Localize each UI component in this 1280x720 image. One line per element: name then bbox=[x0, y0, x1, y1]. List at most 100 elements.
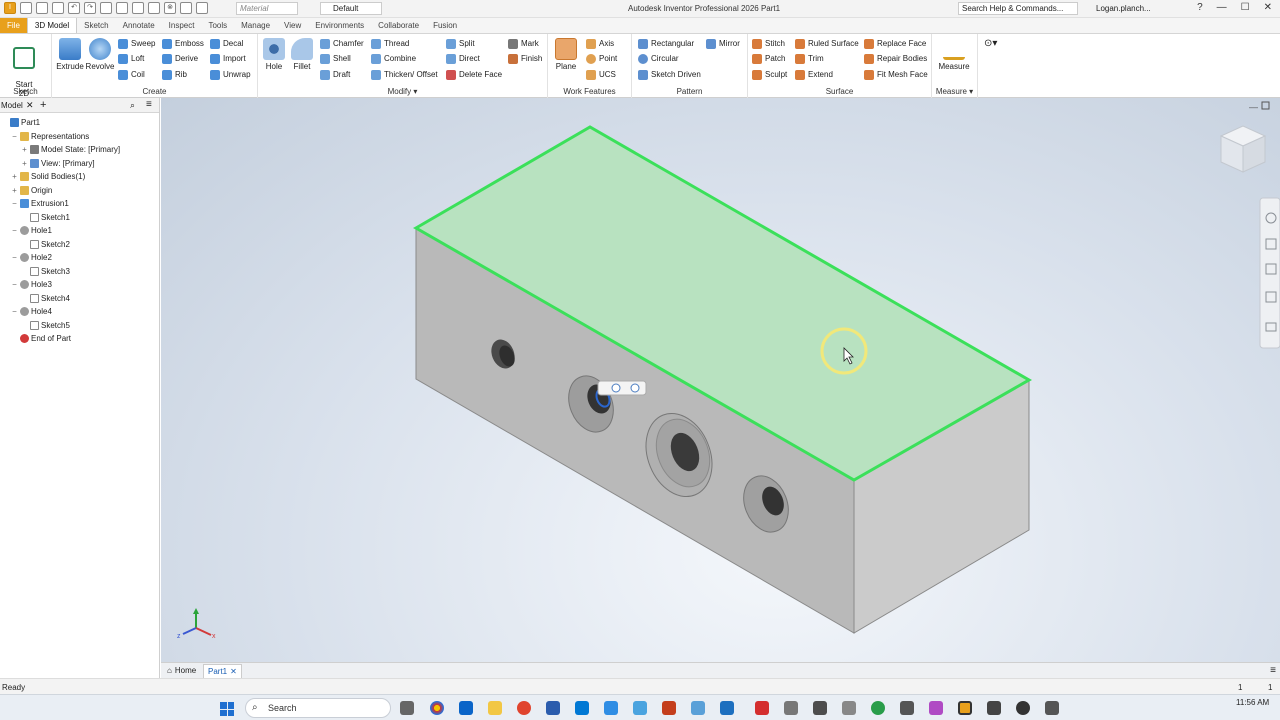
app-icon-light-blue[interactable] bbox=[633, 701, 647, 715]
tree-item[interactable]: End of Part bbox=[11, 332, 71, 345]
taskbar-clock[interactable]: 11:56 AM bbox=[1236, 698, 1269, 708]
extend-button[interactable]: Extend bbox=[795, 68, 833, 82]
repair-bodies-button[interactable]: Repair Bodies bbox=[864, 52, 927, 66]
close-doc-icon[interactable]: ⊗ bbox=[164, 2, 176, 14]
expand-toggle-icon[interactable]: − bbox=[11, 251, 18, 264]
thicken-offset-button[interactable]: Thicken/ Offset bbox=[371, 68, 438, 82]
expand-toggle-icon[interactable]: − bbox=[11, 278, 18, 291]
app-icon-sky[interactable] bbox=[691, 701, 705, 715]
measure-button[interactable]: Measure bbox=[938, 38, 970, 71]
return-icon[interactable] bbox=[196, 2, 208, 14]
tree-item[interactable]: Sketch2 bbox=[21, 238, 70, 251]
camera-icon[interactable] bbox=[842, 701, 856, 715]
circular-pattern-button[interactable]: Circular bbox=[638, 52, 679, 66]
powerpoint-icon[interactable] bbox=[662, 701, 676, 715]
expand-toggle-icon[interactable]: − bbox=[11, 130, 18, 143]
expand-toggle-icon[interactable]: + bbox=[21, 157, 28, 170]
tab-3d-model[interactable]: 3D Model bbox=[26, 18, 78, 33]
draft-button[interactable]: Draft bbox=[320, 68, 350, 82]
ruled-surface-button[interactable]: Ruled Surface bbox=[795, 37, 859, 51]
mirror-button[interactable]: Mirror bbox=[706, 37, 740, 51]
mark-button[interactable]: Mark bbox=[508, 37, 539, 51]
model-canvas[interactable]: — x z bbox=[161, 98, 1280, 662]
expand-toggle-icon[interactable]: + bbox=[21, 143, 28, 156]
rib-button[interactable]: Rib bbox=[162, 68, 187, 82]
app-icon-charcoal[interactable] bbox=[1045, 701, 1059, 715]
update-icon[interactable] bbox=[148, 2, 160, 14]
tree-item[interactable]: − Hole1 bbox=[11, 224, 52, 237]
sketch-driven-pattern-button[interactable]: Sketch Driven bbox=[638, 68, 701, 82]
unwrap-button[interactable]: Unwrap bbox=[210, 68, 251, 82]
tab-view[interactable]: View bbox=[277, 18, 308, 33]
rectangular-pattern-button[interactable]: Rectangular bbox=[638, 37, 694, 51]
redo-icon[interactable]: ↷ bbox=[84, 2, 96, 14]
plane-button[interactable]: Plane bbox=[550, 38, 582, 71]
point-button[interactable]: Point bbox=[586, 52, 617, 66]
thread-button[interactable]: Thread bbox=[371, 37, 409, 51]
coil-button[interactable]: Coil bbox=[118, 68, 145, 82]
outlook-icon[interactable] bbox=[459, 701, 473, 715]
viewport-restore-icon[interactable] bbox=[1261, 101, 1270, 110]
chrome-icon[interactable] bbox=[430, 701, 444, 715]
menu-icon[interactable]: ≡ bbox=[146, 99, 152, 110]
expand-toggle-icon[interactable]: + bbox=[11, 170, 18, 183]
app-icon-red[interactable] bbox=[517, 701, 531, 715]
ucs-button[interactable]: UCS bbox=[586, 68, 616, 82]
app-icon-green[interactable] bbox=[871, 701, 885, 715]
tree-item[interactable]: Sketch3 bbox=[21, 265, 70, 278]
patch-button[interactable]: Patch bbox=[752, 52, 785, 66]
replace-face-button[interactable]: Replace Face bbox=[864, 37, 926, 51]
user-account[interactable]: Logan.planch... bbox=[1096, 4, 1151, 13]
modify-panel-title[interactable]: Modify ▾ bbox=[258, 87, 547, 96]
tree-item[interactable]: − Hole2 bbox=[11, 251, 52, 264]
home-tab[interactable]: ⌂ Home bbox=[163, 664, 200, 678]
mini-toolbar[interactable] bbox=[597, 380, 647, 396]
edit-sketch-icon[interactable] bbox=[611, 383, 621, 393]
inventor-icon[interactable] bbox=[958, 701, 972, 715]
tree-item[interactable]: − Hole4 bbox=[11, 305, 52, 318]
app-menu-icon[interactable]: I bbox=[4, 2, 16, 14]
open-icon[interactable] bbox=[36, 2, 48, 14]
direct-button[interactable]: Direct bbox=[446, 52, 480, 66]
viewport-minimize-icon[interactable]: — bbox=[1249, 102, 1258, 112]
tree-item[interactable]: Sketch4 bbox=[21, 292, 70, 305]
select-icon[interactable] bbox=[116, 2, 128, 14]
import-button[interactable]: Import bbox=[210, 52, 246, 66]
trim-button[interactable]: Trim bbox=[795, 52, 824, 66]
stitch-button[interactable]: Stitch bbox=[752, 37, 785, 51]
navigation-bar[interactable] bbox=[1259, 197, 1280, 349]
shell-button[interactable]: Shell bbox=[320, 52, 351, 66]
finish-button[interactable]: Finish bbox=[508, 52, 542, 66]
tree-item[interactable]: − Hole3 bbox=[11, 278, 52, 291]
decal-button[interactable]: Decal bbox=[210, 37, 243, 51]
tab-file[interactable]: File bbox=[0, 18, 27, 33]
tree-item[interactable]: − Representations bbox=[11, 130, 89, 143]
edit-feature-icon[interactable] bbox=[630, 383, 640, 393]
revolve-button[interactable]: Revolve bbox=[84, 38, 116, 71]
derive-button[interactable]: Derive bbox=[162, 52, 198, 66]
sweep-button[interactable]: Sweep bbox=[118, 37, 155, 51]
app-icon-round-dark[interactable] bbox=[1016, 701, 1030, 715]
axis-button[interactable]: Axis bbox=[586, 37, 614, 51]
tree-item[interactable]: + Solid Bodies(1) bbox=[11, 170, 85, 183]
tree-item[interactable]: − Extrusion1 bbox=[11, 197, 69, 210]
help-icon[interactable]: ? bbox=[1197, 2, 1203, 13]
tree-item[interactable]: + Model State: [Primary] bbox=[21, 143, 120, 156]
expand-toggle-icon[interactable]: − bbox=[11, 197, 18, 210]
undo-icon[interactable]: ↶ bbox=[68, 2, 80, 14]
measure-panel-title[interactable]: Measure ▾ bbox=[932, 87, 977, 96]
add-browser-icon[interactable]: + bbox=[40, 99, 46, 111]
tab-collaborate[interactable]: Collaborate bbox=[371, 18, 426, 33]
fillet-button[interactable]: Fillet bbox=[286, 38, 318, 71]
expand-toggle-icon[interactable]: − bbox=[11, 305, 18, 318]
loft-button[interactable]: Loft bbox=[118, 52, 144, 66]
save-icon[interactable] bbox=[52, 2, 64, 14]
word-icon[interactable] bbox=[546, 701, 560, 715]
app-icon-blue[interactable] bbox=[604, 701, 618, 715]
app-icon-slate[interactable] bbox=[900, 701, 914, 715]
new-icon[interactable] bbox=[20, 2, 32, 14]
print-icon[interactable] bbox=[132, 2, 144, 14]
close-tab-icon[interactable]: ✕ bbox=[230, 665, 237, 679]
close-button[interactable]: ✕ bbox=[1264, 2, 1272, 13]
appearance-dropdown[interactable]: Default bbox=[320, 2, 382, 15]
